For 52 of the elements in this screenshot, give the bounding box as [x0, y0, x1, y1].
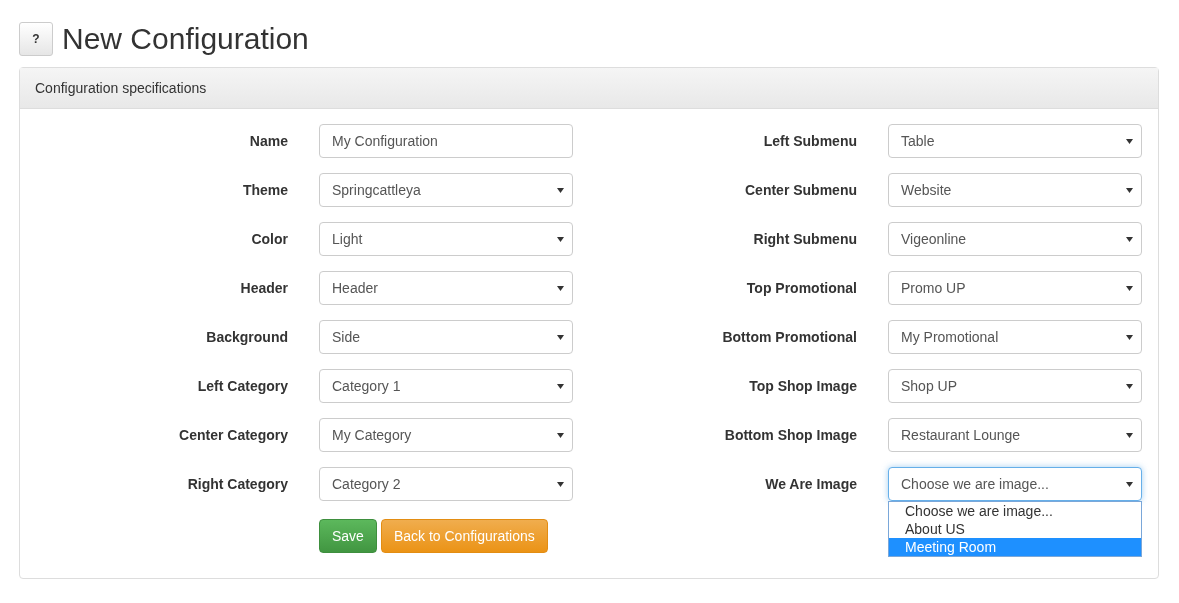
caret-icon [557, 334, 564, 340]
caret-icon [557, 187, 564, 193]
caret-icon [1126, 383, 1133, 389]
select-field[interactable]: My Promotional [888, 320, 1142, 354]
select-field[interactable]: Category 1 [319, 369, 573, 403]
panel-heading: Configuration specifications [20, 68, 1158, 109]
field-label: Background [205, 329, 288, 345]
field-label: Left Category [196, 378, 288, 394]
caret-icon [1126, 236, 1133, 242]
select-field[interactable]: Promo UP [888, 271, 1142, 305]
field-label: Top Shop Image [748, 378, 857, 394]
field-label: Left Submenu [762, 133, 857, 149]
select-field[interactable]: Light [319, 222, 573, 256]
caret-icon [1126, 432, 1133, 438]
caret-icon [1126, 481, 1133, 487]
field-label: Name [248, 133, 288, 149]
field-label: Center Category [178, 427, 288, 443]
caret-icon [557, 383, 564, 389]
caret-icon [1126, 138, 1133, 144]
caret-icon [1126, 285, 1133, 291]
select-field[interactable]: Table [888, 124, 1142, 158]
select-field[interactable]: My Category [319, 418, 573, 452]
page-title: New Configuration [62, 22, 309, 56]
field-label: Bottom Promotional [721, 329, 857, 345]
text-field[interactable]: My Configuration [319, 124, 573, 158]
field-label: We Are Image [764, 476, 857, 492]
select-field[interactable]: Vigeonline [888, 222, 1142, 256]
select-field[interactable]: Choose we are image... [888, 467, 1142, 501]
select-field[interactable]: Shop UP [888, 369, 1142, 403]
select-field[interactable]: Website [888, 173, 1142, 207]
help-button[interactable]: ? [19, 22, 53, 56]
caret-icon [557, 285, 564, 291]
select-field[interactable]: Side [319, 320, 573, 354]
field-label: Header [239, 280, 288, 296]
field-label: Center Submenu [744, 182, 857, 198]
field-label: Bottom Shop Image [723, 427, 857, 443]
caret-icon [557, 481, 564, 487]
field-label: Theme [241, 182, 288, 198]
dropdown-option[interactable]: About US [889, 520, 1141, 538]
select-field[interactable]: Header [319, 271, 573, 305]
caret-icon [557, 236, 564, 242]
select-field[interactable]: Restaurant Lounge [888, 418, 1142, 452]
caret-icon [1126, 187, 1133, 193]
field-label: Top Promotional [745, 280, 857, 296]
dropdown-option[interactable]: Choose we are image... [889, 502, 1141, 520]
select-field[interactable]: Springcattleya [319, 173, 573, 207]
select-field[interactable]: Category 2 [319, 467, 573, 501]
field-label: Right Submenu [752, 231, 857, 247]
field-label: Color [250, 231, 288, 247]
caret-icon [1126, 334, 1133, 340]
field-label: Right Category [186, 476, 288, 492]
caret-icon [557, 432, 564, 438]
